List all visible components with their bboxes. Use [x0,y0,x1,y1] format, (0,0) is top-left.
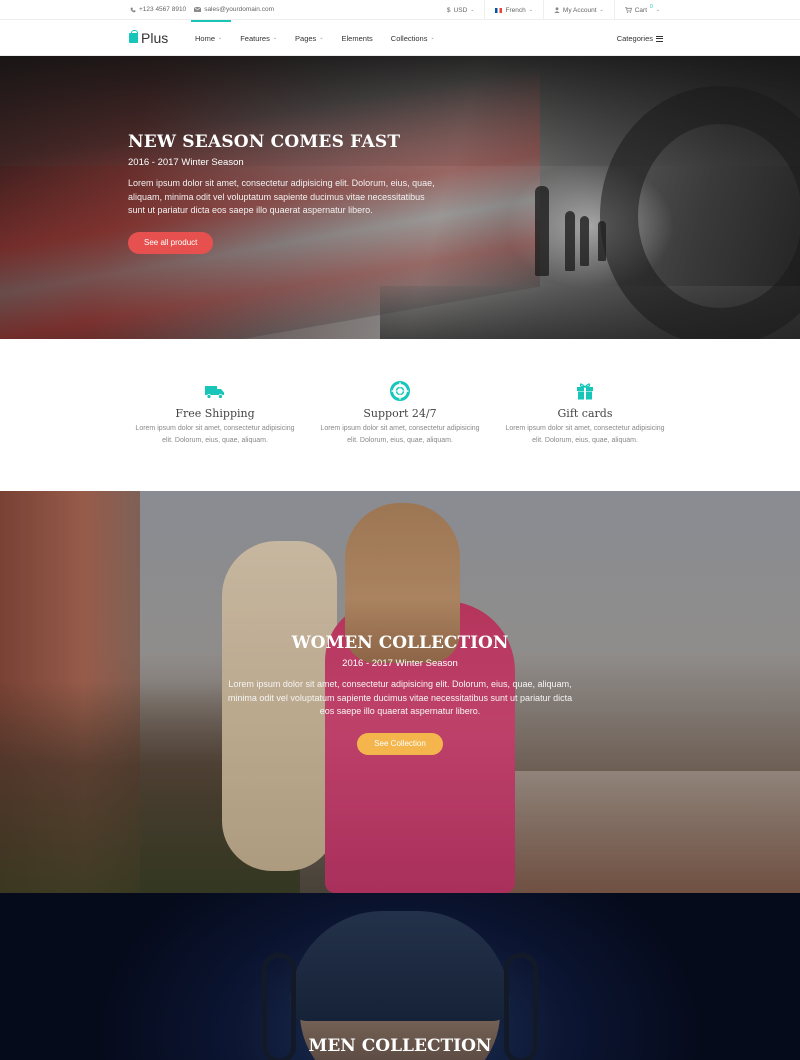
hero-person-figure [580,216,589,266]
dollar-icon: $ [446,6,451,14]
feature-support: Support 24/7 Lorem ipsum dolor sit amet,… [315,381,485,447]
truck-icon [205,385,224,399]
feature-title: Support 24/7 [363,407,437,420]
feature-free-shipping: Free Shipping Lorem ipsum dolor sit amet… [130,381,300,447]
cart-count-badge: 0 [650,4,653,10]
women-collection-content: WOMEN COLLECTION 2016 - 2017 Winter Seas… [220,633,580,755]
envelope-icon [194,7,202,12]
categories-menu-button[interactable]: Categories [617,34,663,43]
top-bar: +123 4567 8910 sales@yourdomain.com $ US… [0,0,800,20]
site-logo[interactable]: Plus [129,30,168,46]
top-bar-actions: $ USD ⌄ French ⌄ My Account ⌄ Cart 0 ⌄ [437,0,670,20]
main-menu: Home ⌄ Features ⌄ Pages ⌄ Elements Collecti… [186,20,444,56]
categories-label: Categories [616,34,653,43]
see-all-products-button[interactable]: See all product [128,231,214,254]
phone-number: +123 4567 8910 [139,6,187,13]
language-label: French [505,6,526,14]
cart-icon [624,7,632,13]
nav-item-label: Home [195,33,216,43]
hero-person-figure [598,221,606,261]
men-collection-title: MEN COLLECTION [308,1036,492,1056]
feature-text: Lorem ipsum dolor sit amet, consectetur … [320,425,480,444]
contact-info: +123 4567 8910 sales@yourdomain.com [130,6,274,13]
hero-person-figure [535,186,549,276]
hamburger-icon [656,35,663,42]
nav-item-label: Pages [295,33,317,43]
phone-icon [130,7,136,12]
gift-icon [577,383,593,400]
chevron-down-icon: ⌄ [655,7,660,13]
lifebuoy-icon [390,381,410,401]
feature-title: Free Shipping [175,407,255,420]
hero-title: NEW SEASON COMES FAST [128,132,401,152]
hero-content: NEW SEASON COMES FAST 2016 - 2017 Winter… [128,132,438,254]
currency-label: USD [453,6,468,14]
hero-description: Lorem ipsum dolor sit amet, consectetur … [128,178,435,215]
language-dropdown[interactable]: French ⌄ [484,0,542,20]
chevron-down-icon: ⌄ [599,7,604,13]
nav-item-label: Features [240,33,270,43]
email-link[interactable]: sales@yourdomain.com [194,6,274,13]
women-collection-title: WOMEN COLLECTION [291,633,509,653]
nav-item-pages[interactable]: Pages ⌄ [286,20,332,56]
feature-text: Lorem ipsum dolor sit amet, consectetur … [505,425,665,444]
user-icon [554,7,560,13]
chevron-down-icon: ⌄ [430,35,435,41]
chevron-down-icon: ⌄ [218,35,223,41]
nav-item-collections[interactable]: Collections ⌄ [382,20,444,56]
phone-link[interactable]: +123 4567 8910 [130,6,186,13]
logo-text: Plus [141,30,169,46]
nav-item-elements[interactable]: Elements [333,20,382,56]
account-label: My Account [562,6,597,14]
chevron-down-icon: ⌄ [528,7,533,13]
nav-item-features[interactable]: Features ⌄ [231,20,286,56]
chevron-down-icon: ⌄ [272,35,278,41]
hero-banner: NEW SEASON COMES FAST 2016 - 2017 Winter… [0,56,800,339]
women-collection-banner: WOMEN COLLECTION 2016 - 2017 Winter Seas… [0,491,800,893]
nav-item-home[interactable]: Home ⌄ [186,20,232,56]
women-collection-subtitle: 2016 - 2017 Winter Season [342,658,458,669]
chevron-down-icon: ⌄ [470,7,475,13]
feature-gift-cards: Gift cards Lorem ipsum dolor sit amet, c… [500,381,670,447]
email-address: sales@yourdomain.com [204,6,275,13]
account-dropdown[interactable]: My Account ⌄ [542,0,614,20]
chevron-down-icon: ⌄ [319,35,324,41]
cart-label: Cart [634,6,648,14]
hero-person-figure [565,211,575,271]
main-navbar: Plus Home ⌄ Features ⌄ Pages ⌄ Elements Col… [0,20,800,56]
see-collection-button[interactable]: See Collection [357,732,443,755]
feature-text: Lorem ipsum dolor sit amet, consectetur … [135,425,295,444]
currency-dropdown[interactable]: $ USD ⌄ [437,0,485,20]
shopping-bag-icon [129,30,138,43]
men-collection-banner: MEN COLLECTION [0,893,800,1060]
french-flag-icon [495,7,503,13]
hero-subtitle: 2016 - 2017 Winter Season [128,157,244,168]
feature-title: Gift cards [557,407,613,420]
nav-item-label: Elements [341,33,373,43]
cart-dropdown[interactable]: Cart 0 ⌄ [613,0,670,20]
features-section: Free Shipping Lorem ipsum dolor sit amet… [0,339,800,491]
women-collection-description: Lorem ipsum dolor sit amet, consectetur … [227,679,573,716]
nav-item-label: Collections [390,33,428,43]
men-banner-beanie-shape [290,911,510,1021]
